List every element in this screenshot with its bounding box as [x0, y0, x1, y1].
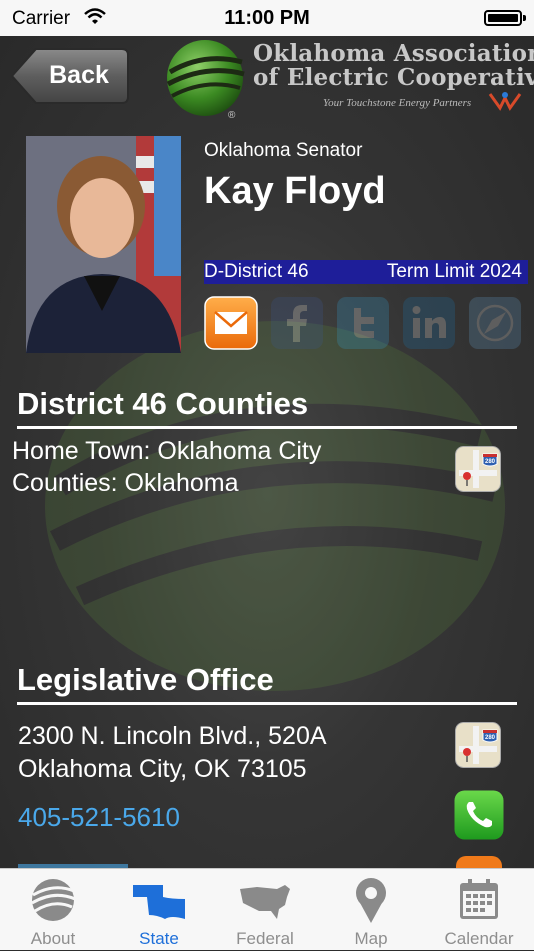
coop-logo-icon — [166, 40, 245, 116]
office-section-heading: Legislative Office — [17, 662, 274, 697]
email-icon[interactable] — [204, 296, 258, 350]
maps-icon[interactable]: 280 — [455, 446, 501, 492]
office-address-line1: 2300 N. Lincoln Blvd., 520A — [18, 722, 327, 750]
term-limit-label: Term Limit 2024 — [386, 261, 522, 282]
oklahoma-map-icon — [106, 877, 212, 923]
tab-label: State — [139, 929, 179, 948]
back-label: Back — [49, 61, 109, 89]
tab-federal[interactable]: Federal — [212, 869, 318, 951]
senator-photo — [26, 136, 181, 353]
org-tagline: Your Touchstone Energy Partners — [323, 97, 472, 109]
map-badge-number: 280 — [485, 459, 496, 465]
tab-label: Map — [354, 929, 388, 948]
map-pin-icon — [318, 877, 424, 923]
usa-map-icon — [212, 877, 318, 923]
twitter-icon[interactable] — [336, 296, 390, 350]
tab-label: Calendar — [444, 929, 514, 948]
registered-mark: ® — [228, 110, 236, 121]
battery-icon — [484, 10, 526, 26]
clock: 11:00 PM — [224, 7, 310, 29]
background-globe-watermark — [45, 321, 505, 691]
map-badge-number: 280 — [485, 735, 496, 741]
section-divider — [17, 702, 517, 705]
district-bar: D-District 46 Term Limit 2024 — [204, 260, 528, 284]
district-label: D-District 46 — [204, 261, 309, 282]
facebook-icon[interactable] — [270, 296, 324, 350]
calendar-icon — [426, 877, 532, 923]
main-content[interactable]: Back ® Oklahoma Association of Electric … — [0, 36, 534, 868]
status-bar: Carrier 11:00 PM — [0, 0, 534, 36]
tab-map[interactable]: Map — [318, 869, 424, 951]
globe-icon — [0, 877, 106, 923]
tab-state[interactable]: State — [106, 869, 212, 951]
office-address-line2: Oklahoma City, OK 73105 — [18, 755, 307, 783]
senator-name: Kay Floyd — [204, 170, 386, 212]
tab-label: About — [30, 929, 76, 948]
home-town: Home Town: Oklahoma City — [12, 437, 322, 465]
org-name-line1: Oklahoma Association — [253, 40, 534, 67]
web-icon[interactable] — [468, 296, 522, 350]
maps-icon[interactable]: 280 — [455, 722, 501, 768]
org-name-line2: of Electric Cooperatives — [253, 64, 534, 91]
email-icon[interactable] — [456, 856, 502, 868]
linkedin-icon[interactable] — [402, 296, 456, 350]
section-divider — [17, 426, 517, 429]
senator-title: Oklahoma Senator — [204, 140, 363, 161]
touchstone-logo-icon — [488, 92, 522, 111]
district-section-heading: District 46 Counties — [17, 386, 309, 421]
phone-icon[interactable] — [454, 790, 504, 840]
counties: Counties: Oklahoma — [12, 469, 239, 497]
office-phone-link[interactable]: 405-521-5610 — [18, 802, 180, 833]
tab-label: Federal — [236, 929, 294, 948]
tab-calendar[interactable]: Calendar — [426, 869, 532, 951]
tab-about[interactable]: About — [0, 869, 106, 951]
back-button[interactable]: Back — [10, 46, 130, 106]
tab-bar: About State Federal Map Calendar — [0, 868, 534, 950]
